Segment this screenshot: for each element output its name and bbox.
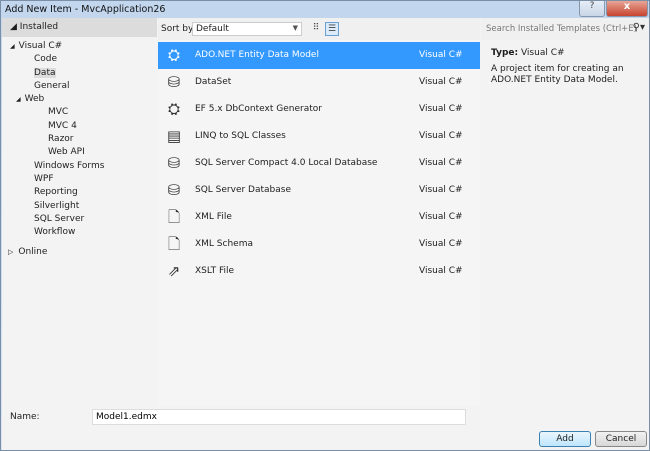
tree-item-label: Windows Forms (34, 160, 105, 171)
details-panel: Search Installed Templates (Ctrl+E) ⚲▾ Ty… (481, 18, 649, 406)
tree-item-label: Reporting (34, 187, 78, 198)
template-name: SQL Server Database (195, 185, 291, 195)
tree-item-label: WPF (34, 173, 54, 184)
template-item[interactable]: ⛭ ADO.NET Entity Data Model Visual C# (158, 42, 480, 69)
toolbar: Sort by: Default ▼ ⠿ ☰ (158, 18, 480, 40)
template-language: Visual C# (419, 212, 463, 222)
database-icon: ⛁ (167, 181, 181, 199)
tree-item[interactable]: MVC 4 (2, 120, 157, 133)
installed-header[interactable]: ◢ Installed (2, 18, 157, 37)
tree-item[interactable]: MVC (2, 106, 157, 119)
tree-item[interactable]: Reporting (2, 186, 157, 199)
template-description: A project item for creating an ADO.NET E… (491, 64, 624, 85)
tree-item[interactable]: ◢ Visual C# (2, 40, 157, 53)
add-new-item-dialog: Add New Item - MvcApplication26 ? x ◢ In… (0, 0, 650, 451)
template-item[interactable]: ⛁ SQL Server Database Visual C# (158, 177, 480, 204)
expand-arrow-icon[interactable]: ▷ (8, 248, 13, 256)
tree-item-label: SQL Server (34, 213, 85, 224)
template-name: DataSet (195, 77, 232, 87)
name-input[interactable] (92, 409, 466, 425)
template-language: Visual C# (419, 158, 463, 168)
close-button[interactable]: x (606, 1, 648, 17)
database-icon: ⛁ (167, 154, 181, 172)
template-name: XML File (195, 212, 232, 222)
tree-item[interactable]: SQL Server (2, 213, 157, 226)
expand-arrow-icon[interactable]: ◢ (16, 96, 21, 103)
template-name: SQL Server Compact 4.0 Local Database (195, 158, 378, 168)
installed-label: Installed (19, 22, 59, 32)
tree-item[interactable]: Code (2, 53, 157, 66)
tree-item-label: General (34, 80, 70, 91)
tree-item[interactable]: Razor (2, 133, 157, 146)
template-language: Visual C# (419, 185, 463, 195)
cancel-button[interactable]: Cancel (595, 431, 647, 447)
template-item[interactable]: ⛁ DataSet Visual C# (158, 69, 480, 96)
tree-item-label: Web (24, 94, 45, 105)
tree-item[interactable]: WPF (2, 173, 157, 186)
sort-value: Default (196, 24, 229, 34)
sort-label: Sort by: (161, 24, 196, 34)
help-button[interactable]: ? (579, 1, 605, 17)
template-name: EF 5.x DbContext Generator (195, 104, 322, 114)
template-item[interactable]: 🗋 XML Schema Visual C# (158, 231, 480, 258)
template-language: Visual C# (419, 266, 463, 276)
sort-dropdown[interactable]: Default ▼ (192, 22, 302, 36)
xslt-file-icon: ⇗ (167, 262, 181, 280)
tree-item[interactable]: Data (2, 67, 157, 80)
tree-item-label: Razor (48, 134, 74, 145)
tree-item-label: Silverlight (34, 200, 80, 211)
name-label: Name: (10, 412, 40, 422)
search-icon[interactable]: ⚲▾ (633, 22, 645, 33)
template-item[interactable]: 🗋 XML File Visual C# (158, 204, 480, 231)
add-button[interactable]: Add (539, 431, 591, 447)
search-input[interactable]: Search Installed Templates (Ctrl+E) ⚲▾ (481, 18, 649, 40)
category-panel: ◢ Installed ◢ Visual C# Code Data General ◢ We… (2, 18, 157, 406)
template-language: Visual C# (419, 239, 463, 249)
list-view-icon[interactable]: ☰ (325, 22, 339, 36)
tree-item-label: Web API (48, 147, 85, 158)
template-language: Visual C# (419, 104, 463, 114)
tree-item-label: MVC (48, 107, 69, 118)
tree-item-label: Visual C# (18, 41, 63, 51)
type-value: Visual C# (520, 48, 565, 58)
type-label: Type: (491, 48, 519, 58)
template-item[interactable]: ⇗ XSLT File Visual C# (158, 258, 480, 285)
search-placeholder: Search Installed Templates (Ctrl+E) (486, 24, 637, 34)
xml-schema-icon: 🗋 (167, 235, 181, 253)
template-item[interactable]: ⛁ SQL Server Compact 4.0 Local Database Vi… (158, 150, 480, 177)
dbcontext-generator-icon: ⛭ (167, 100, 180, 118)
entity-model-icon: ⛭ (167, 46, 180, 64)
template-item[interactable]: ⛭ EF 5.x DbContext Generator Visual C# (158, 96, 480, 123)
template-name: LINQ to SQL Classes (195, 131, 286, 141)
template-item[interactable]: ▤ LINQ to SQL Classes Visual C# (158, 123, 480, 150)
tree-item[interactable]: Workflow (2, 226, 157, 239)
tree-item[interactable]: Web API (2, 146, 157, 159)
linq-classes-icon: ▤ (166, 127, 182, 145)
category-tree: ◢ Visual C# Code Data General ◢ Web MVC MVC 4 Raz… (2, 37, 157, 260)
tree-item-label: Data (34, 67, 56, 78)
tree-item[interactable]: General (2, 80, 157, 93)
template-name: ADO.NET Entity Data Model (195, 50, 319, 60)
xml-file-icon: 🗋 (167, 208, 181, 226)
tree-item-label: Online (18, 247, 48, 258)
expand-arrow-icon[interactable]: ◢ (10, 43, 15, 50)
tree-item[interactable]: Windows Forms (2, 160, 157, 173)
window-title: Add New Item - MvcApplication26 (5, 4, 166, 15)
template-name: XSLT File (195, 266, 235, 276)
tree-item[interactable]: Silverlight (2, 200, 157, 213)
tree-item-label: MVC 4 (48, 120, 77, 131)
template-list-panel: Sort by: Default ▼ ⠿ ☰ ⛭ ADO.NET Entity Da… (158, 18, 480, 406)
small-icons-view-icon[interactable]: ⠿ (309, 22, 323, 36)
tree-item-online[interactable]: ▷ Online (2, 246, 157, 259)
dataset-icon: ⛁ (167, 73, 181, 91)
chevron-down-icon: ▼ (292, 24, 298, 32)
template-name: XML Schema (195, 239, 253, 249)
template-language: Visual C# (419, 50, 463, 60)
template-language: Visual C# (419, 77, 463, 87)
tree-item[interactable]: ◢ Web (2, 93, 157, 106)
tree-item-label: Code (34, 54, 58, 65)
tree-item-label: Workflow (34, 227, 76, 238)
template-language: Visual C# (419, 131, 463, 141)
